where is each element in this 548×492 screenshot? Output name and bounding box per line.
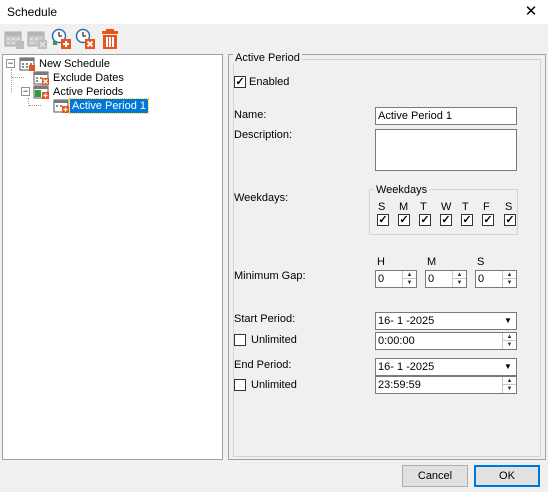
weekday-label: T	[462, 201, 469, 213]
weekday-label: T	[420, 201, 427, 213]
end-unlimited-checkbox[interactable]	[234, 379, 246, 391]
weekday-label: S	[505, 201, 513, 213]
enabled-label: Enabled	[249, 76, 290, 88]
weekday-label: M	[399, 201, 409, 213]
gap-s-label: S	[477, 256, 485, 268]
minimum-gap-label: Minimum Gap:	[234, 270, 306, 282]
gap-minutes-value: 0	[428, 273, 435, 285]
title-bar: Schedule ✕	[0, 0, 548, 24]
start-unlimited-label: Unlimited	[251, 334, 297, 346]
properties-panel: Active Period ✓ Enabled Name: Active Per…	[228, 52, 546, 460]
start-date-value: 16- 1 -2025	[378, 315, 435, 327]
weekdays-group-title: Weekdays	[374, 184, 430, 196]
spinner-arrows[interactable]: ▲ ▼	[502, 271, 516, 287]
name-label: Name:	[234, 109, 267, 121]
end-date-picker[interactable]: 16- 1 -2025 ▼	[375, 358, 517, 376]
up-arrow-icon[interactable]: ▲	[403, 271, 416, 279]
remove-period-icon[interactable]	[74, 28, 96, 50]
window-title: Schedule	[7, 5, 58, 19]
description-field[interactable]	[375, 129, 517, 171]
toolbar	[0, 26, 548, 54]
tree-label-period: Active Period 1	[69, 98, 149, 114]
exclude-calendar-icon	[33, 71, 49, 85]
period-calendar-icon	[53, 99, 69, 113]
tree-label-root: New Schedule	[39, 58, 110, 70]
end-period-label: End Period:	[234, 359, 292, 371]
weekday-checkbox-fri[interactable]: ✓	[482, 214, 494, 226]
spinner-arrows[interactable]: ▲ ▼	[402, 271, 416, 287]
end-unlimited-label: Unlimited	[251, 379, 297, 391]
tree-label-exclude: Exclude Dates	[53, 72, 124, 84]
schedule-tree[interactable]: − New Schedule Exclude Dates − Active Pe…	[2, 54, 223, 460]
up-arrow-icon[interactable]: ▲	[453, 271, 466, 279]
weekday-label: W	[441, 201, 452, 213]
start-time-value: 0:00:00	[378, 335, 415, 347]
up-arrow-icon[interactable]: ▲	[503, 271, 516, 279]
down-arrow-icon[interactable]: ▼	[403, 279, 416, 287]
down-arrow-icon[interactable]: ▼	[503, 385, 516, 393]
weekday-checkbox-wed[interactable]: ✓	[440, 214, 452, 226]
schedule-icon	[19, 57, 35, 71]
gap-seconds-spinner[interactable]: 0 ▲ ▼	[475, 270, 517, 288]
group-title: Active Period	[233, 52, 302, 64]
weekday-label: S	[378, 201, 386, 213]
start-period-label: Start Period:	[234, 313, 296, 325]
gap-hours-spinner[interactable]: 0 ▲ ▼	[375, 270, 417, 288]
gap-h-label: H	[377, 256, 385, 268]
spinner-arrows[interactable]: ▲ ▼	[452, 271, 466, 287]
gap-seconds-value: 0	[478, 273, 485, 285]
weekday-checkbox-thu[interactable]: ✓	[461, 214, 473, 226]
add-schedule-icon[interactable]	[3, 28, 25, 50]
weekday-checkbox-mon[interactable]: ✓	[398, 214, 410, 226]
enabled-checkbox[interactable]: ✓	[234, 76, 246, 88]
trash-icon[interactable]	[99, 28, 121, 50]
ok-button[interactable]: OK	[474, 465, 540, 487]
cancel-button[interactable]: Cancel	[402, 465, 468, 487]
dropdown-arrow-icon[interactable]: ▼	[500, 313, 516, 329]
gap-m-label: M	[427, 256, 437, 268]
end-time-value: 23:59:59	[378, 379, 421, 391]
spinner-arrows[interactable]: ▲ ▼	[502, 377, 516, 393]
weekdays-label: Weekdays:	[234, 192, 289, 204]
weekday-checkbox-sat[interactable]: ✓	[504, 214, 516, 226]
dropdown-arrow-icon[interactable]: ▼	[500, 359, 516, 375]
name-field[interactable]: Active Period 1	[375, 107, 517, 125]
collapse-icon[interactable]: −	[21, 87, 30, 96]
up-arrow-icon[interactable]: ▲	[503, 377, 516, 385]
up-arrow-icon[interactable]: ▲	[503, 333, 516, 341]
gap-hours-value: 0	[378, 273, 385, 285]
description-label: Description:	[234, 129, 293, 141]
tree-label-active: Active Periods	[53, 86, 124, 98]
down-arrow-icon[interactable]: ▼	[503, 341, 516, 349]
start-unlimited-checkbox[interactable]	[234, 334, 246, 346]
end-date-value: 16- 1 -2025	[378, 361, 435, 373]
collapse-icon[interactable]: −	[6, 59, 15, 68]
down-arrow-icon[interactable]: ▼	[453, 279, 466, 287]
active-calendar-icon	[33, 85, 49, 99]
remove-schedule-icon[interactable]	[26, 28, 48, 50]
weekday-checkbox-sun[interactable]: ✓	[377, 214, 389, 226]
start-time-spinner[interactable]: 0:00:00 ▲ ▼	[375, 332, 517, 350]
end-time-spinner[interactable]: 23:59:59 ▲ ▼	[375, 376, 517, 394]
close-icon[interactable]: ✕	[514, 0, 548, 24]
weekday-checkbox-tue[interactable]: ✓	[419, 214, 431, 226]
add-period-icon[interactable]	[50, 28, 72, 50]
down-arrow-icon[interactable]: ▼	[503, 279, 516, 287]
gap-minutes-spinner[interactable]: 0 ▲ ▼	[425, 270, 467, 288]
weekday-label: F	[483, 201, 490, 213]
start-date-picker[interactable]: 16- 1 -2025 ▼	[375, 312, 517, 330]
spinner-arrows[interactable]: ▲ ▼	[502, 333, 516, 349]
